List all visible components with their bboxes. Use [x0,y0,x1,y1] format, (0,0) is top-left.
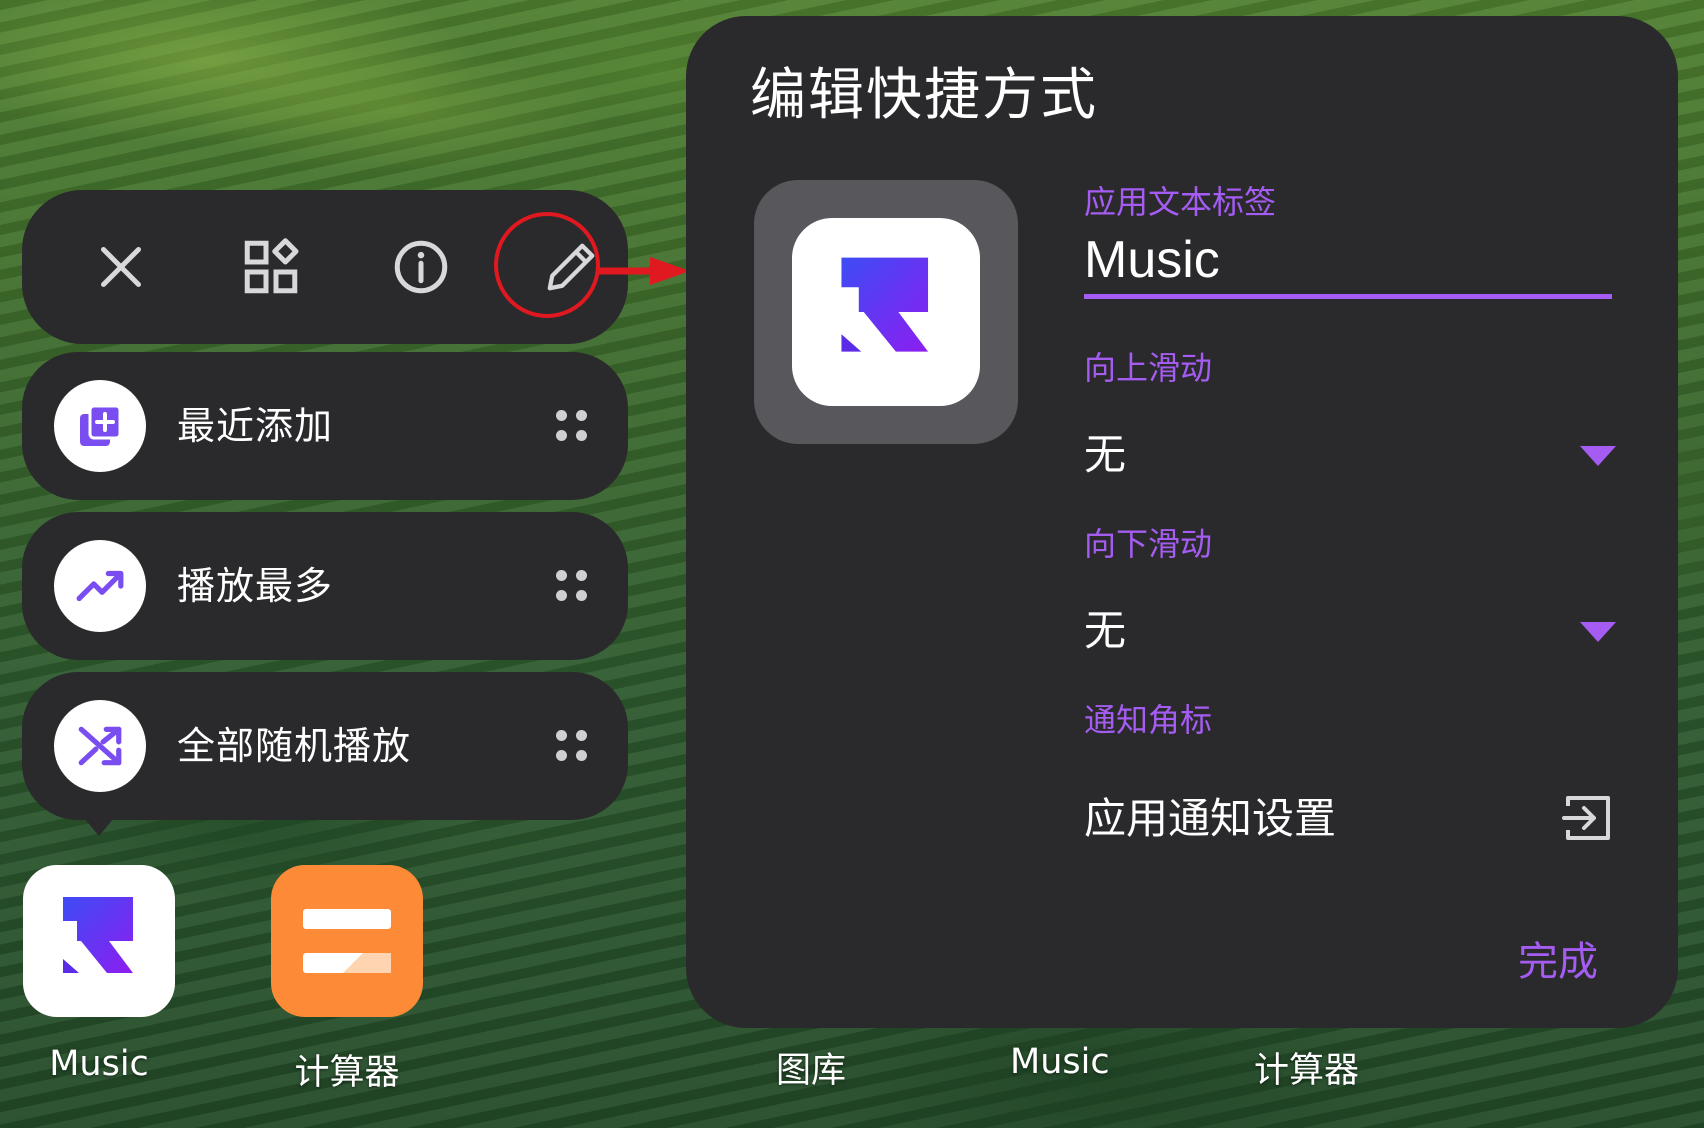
app-label-calculator: 计算器 [294,1053,400,1093]
swipe-up-label: 向上滑动 [1084,349,1213,387]
music-app-icon [792,218,980,406]
notification-badge-label: 通知角标 [1084,701,1213,739]
dropdown-arrow-icon [1580,622,1616,642]
app-label-input[interactable] [1084,226,1612,299]
calculator-app-icon[interactable] [271,865,423,1017]
music-app-icon[interactable] [23,865,175,1017]
drag-handle-icon[interactable] [556,570,588,602]
shortcut-item-shuffle-all[interactable]: 全部随机播放 [22,672,628,820]
close-button[interactable] [78,224,164,310]
highlight-circle [494,212,600,318]
swipe-down-value: 无 [1084,606,1127,655]
notification-settings-text: 应用通知设置 [1084,794,1337,843]
swipe-up-value: 无 [1084,430,1127,479]
shortcut-icon-picker[interactable] [754,180,1018,444]
close-icon [101,247,141,287]
shortcut-item-most-played[interactable]: 播放最多 [22,512,628,660]
shuffle-icon [54,700,146,792]
edit-shortcut-dialog: 编辑快捷方式 应用文本标签 向上滑动 无 向下滑动 无 通知角标 应用通知设置 [686,16,1678,1028]
app-notification-settings[interactable]: 应用通知设置 [1084,780,1616,860]
app-label-music: Music [49,1044,149,1084]
info-icon [394,240,448,294]
app-info-button[interactable] [378,224,464,310]
dock-label-gallery[interactable]: 图库 [776,1042,846,1093]
shortcut-label: 全部随机播放 [177,724,412,768]
open-settings-icon [1562,796,1610,840]
dock-label-calculator[interactable]: 计算器 [1254,1042,1359,1093]
swipe-up-select[interactable]: 无 [1084,420,1616,490]
trending-up-icon [54,540,146,632]
shortcut-label: 播放最多 [177,564,334,608]
widgets-button[interactable] [228,224,314,310]
widgets-icon [244,238,299,294]
drag-handle-icon[interactable] [556,730,588,762]
dropdown-arrow-icon [1580,446,1616,466]
swipe-down-select[interactable]: 无 [1084,596,1616,666]
arrow-annotation [598,257,690,285]
app-label-field-label: 应用文本标签 [1084,183,1277,221]
dock-label-music[interactable]: Music [1010,1042,1110,1082]
popup-pointer [84,818,114,836]
swipe-down-label: 向下滑动 [1084,525,1213,563]
dialog-title: 编辑快捷方式 [750,63,1098,128]
shortcut-item-recently-added[interactable]: 最近添加 [22,352,628,500]
playlist-add-icon [54,380,146,472]
drag-handle-icon[interactable] [556,410,588,442]
done-button[interactable]: 完成 [1518,936,1598,988]
shortcut-label: 最近添加 [177,404,334,448]
